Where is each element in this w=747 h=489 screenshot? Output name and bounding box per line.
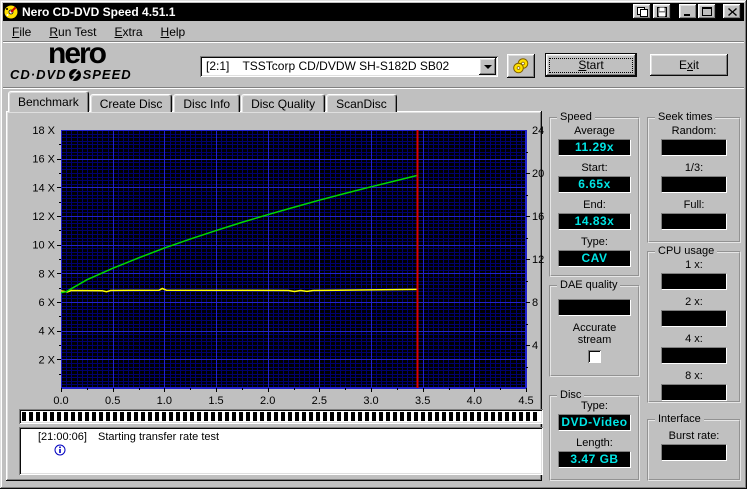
speed-type-display: CAV (558, 250, 631, 267)
app-window: Nero CD-DVD Speed 4.51.1 (0, 0, 747, 489)
svg-text:1.0: 1.0 (157, 395, 172, 407)
log-box: [21:00:06] Starting transfer rate test [… (19, 427, 543, 475)
floppy-disk-icon (657, 7, 667, 17)
svg-text:4.0: 4.0 (467, 395, 482, 407)
chevron-down-icon (484, 65, 492, 69)
tab-scandisc[interactable]: ScanDisc (326, 94, 397, 112)
svg-text:0.5: 0.5 (105, 395, 120, 407)
svg-text:20: 20 (532, 168, 544, 180)
burst-rate-display (661, 444, 727, 461)
disc-panel: Disc Type: DVD-Video Length: 3.47 GB (549, 395, 640, 481)
svg-text:16 X: 16 X (32, 154, 55, 166)
speed-panel-title: Speed (557, 111, 595, 123)
cpu-usage-panel: CPU usage 1 x: 2 x: 4 x: 8 x: (647, 251, 741, 403)
seek-times-panel: Seek times Random: 1/3: Full: (647, 117, 741, 243)
benchmark-chart: 2 X 4 X 6 X 8 X 10 X 12 X 14 X 16 X 18 X 4 8 12 16 20… (16, 116, 548, 408)
close-button[interactable] (723, 4, 741, 19)
tab-benchmark[interactable]: Benchmark (8, 91, 89, 112)
menu-help[interactable]: Help (152, 23, 195, 41)
svg-text:4.5: 4.5 (518, 395, 533, 407)
third-seek-display (661, 176, 727, 193)
dae-quality-panel: DAE quality Accurate stream (549, 285, 640, 377)
speed-panel: Speed Average 11.29x Start: 6.65x End: 1… (549, 117, 640, 277)
logo-disc-icon (68, 68, 82, 82)
interface-panel: Interface Burst rate: (647, 419, 741, 481)
benchmark-tab-panel: 2 X 4 X 6 X 8 X 10 X 12 X 14 X 16 X 18 X 4 8 12 16 20… (6, 111, 542, 481)
cpu-1x-display (661, 273, 727, 290)
svg-text:4 X: 4 X (38, 326, 55, 338)
svg-text:6 X: 6 X (38, 297, 55, 309)
logo-cddvd-text: CD·DVD (10, 67, 67, 82)
minimize-button[interactable] (679, 4, 697, 19)
title-bar: Nero CD-DVD Speed 4.51.1 (3, 3, 744, 21)
svg-text:10 X: 10 X (32, 240, 55, 252)
menu-bar: File Run Test Extra Help (3, 22, 744, 41)
svg-text:16: 16 (532, 211, 544, 223)
log-line: [21:00:06] Starting transfer rate test (23, 430, 539, 474)
svg-text:24: 24 (532, 125, 544, 137)
accurate-stream-checkbox[interactable] (588, 350, 601, 363)
svg-text:18 X: 18 X (32, 125, 55, 137)
random-seek-display (661, 139, 727, 156)
menu-file[interactable]: File (3, 23, 40, 41)
eject-disc-button[interactable] (507, 54, 535, 78)
svg-text:2 X: 2 X (38, 354, 55, 366)
interface-panel-title: Interface (655, 413, 704, 425)
svg-text:1.5: 1.5 (208, 395, 223, 407)
svg-text:2.5: 2.5 (312, 395, 327, 407)
toolbar-separator (3, 87, 744, 89)
window-title: Nero CD-DVD Speed 4.51.1 (22, 5, 175, 19)
disc-length-display: 3.47 GB (558, 451, 631, 468)
cpu-usage-panel-title: CPU usage (655, 245, 717, 257)
disc-type-display: DVD-Video (558, 414, 631, 431)
log-line: [21:04:16] Speed:7-15 X CAV (11.29 X ave… (23, 474, 539, 475)
cpu-8x-display (661, 384, 727, 401)
svg-text:3.5: 3.5 (415, 395, 430, 407)
svg-text:3.0: 3.0 (363, 395, 378, 407)
logo-speed-text: SPEED (83, 67, 132, 82)
svg-text:8: 8 (532, 297, 538, 309)
svg-text:14 X: 14 X (32, 182, 55, 194)
svg-text:12 X: 12 X (32, 211, 55, 223)
start-speed-display: 6.65x (558, 176, 631, 193)
discs-icon (512, 58, 530, 74)
app-icon (3, 4, 19, 20)
svg-text:8 X: 8 X (38, 268, 55, 280)
progress-bar (19, 409, 543, 424)
svg-text:0.0: 0.0 (53, 395, 68, 407)
tab-create-disc[interactable]: Create Disc (90, 94, 173, 112)
average-speed-display: 11.29x (558, 139, 631, 156)
dae-quality-panel-title: DAE quality (557, 279, 620, 291)
tab-disc-info[interactable]: Disc Info (173, 94, 240, 112)
save-capture-button[interactable] (653, 4, 671, 19)
start-button[interactable]: Start (546, 54, 636, 76)
svg-text:2.0: 2.0 (260, 395, 275, 407)
pages-icon (637, 7, 648, 17)
seek-times-panel-title: Seek times (655, 111, 715, 123)
tab-strip: Benchmark Create Disc Disc Info Disc Qua… (8, 91, 397, 112)
full-seek-display (661, 213, 727, 230)
maximize-button[interactable] (698, 4, 716, 19)
svg-text:4: 4 (532, 340, 538, 352)
drive-select-value: [2:1] TSSTcorp CD/DVDW SH-S182D SB02 (202, 58, 496, 75)
maximize-icon (702, 7, 712, 16)
exit-button[interactable]: Exit (650, 54, 728, 76)
drive-select[interactable]: [2:1] TSSTcorp CD/DVDW SH-S182D SB02 (200, 56, 498, 77)
end-speed-display: 14.83x (558, 213, 631, 230)
close-icon (728, 8, 737, 16)
tab-disc-quality[interactable]: Disc Quality (241, 94, 325, 112)
capture-button[interactable] (633, 4, 651, 19)
nero-logo: nero CD·DVD SPEED (10, 41, 190, 82)
progress-bar-fill (22, 412, 540, 421)
menu-extra[interactable]: Extra (106, 23, 152, 41)
drive-select-dropdown-button[interactable] (479, 58, 496, 75)
minimize-icon (683, 7, 693, 16)
cpu-4x-display (661, 347, 727, 364)
cpu-2x-display (661, 310, 727, 327)
nero-wordmark: nero (48, 41, 190, 67)
disc-panel-title: Disc (557, 389, 584, 401)
dae-quality-display (558, 299, 631, 316)
svg-text:12: 12 (532, 254, 544, 266)
